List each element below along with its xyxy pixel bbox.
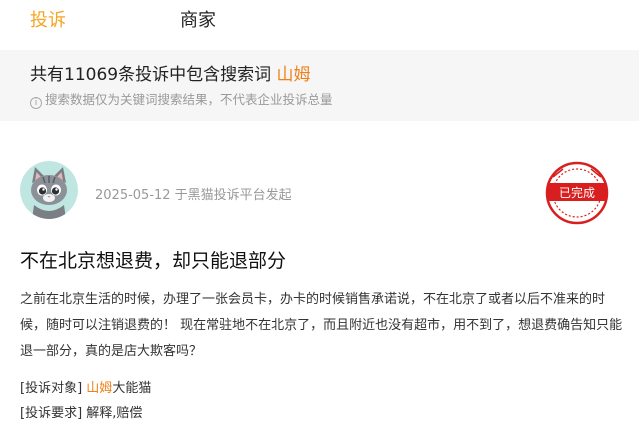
tab-merchants[interactable]: 商家 [180,9,216,33]
tab-bar: 投诉 商家 [0,0,639,44]
info-icon: i [30,97,42,109]
complaint-demand: [投诉要求] 解释,赔偿 [20,404,142,424]
complaint-card[interactable]: 2025-05-12 于黑猫投诉平台发起 已完成 不在北京想退费，却只能退部分 … [0,135,639,439]
demand-value: 解释,赔偿 [86,406,143,421]
status-stamp: 已完成 [545,161,609,225]
status-badge: 已完成 [559,185,595,200]
target-label: [投诉对象] [20,381,83,396]
cat-avatar-icon[interactable] [20,161,78,219]
search-keyword: 山姆 [276,65,311,85]
search-summary: 共有11069条投诉中包含搜索词 山姆 i 搜索数据仅为关键词搜索结果，不代表企业… [0,50,639,121]
result-count-line: 共有11069条投诉中包含搜索词 山姆 [30,63,311,87]
disclaimer-text: 搜索数据仅为关键词搜索结果，不代表企业投诉总量 [45,92,333,107]
result-count-text: 共有11069条投诉中包含搜索词 [30,65,272,85]
demand-label: [投诉要求] [20,406,83,421]
target-rest: 大能猫 [112,381,152,396]
complaint-target: [投诉对象] 山姆大能猫 [20,379,151,399]
target-keyword: 山姆 [86,381,113,396]
disclaimer-note: i 搜索数据仅为关键词搜索结果，不代表企业投诉总量 [30,91,333,109]
complaint-title[interactable]: 不在北京想退费，却只能退部分 [20,248,286,274]
complaint-content: 之前在北京生活的时候，办理了一张会员卡，办卡的时候销售承诺说，不在北京了或者以后… [20,292,623,359]
complaint-meta: 2025-05-12 于黑猫投诉平台发起 [95,188,292,203]
tab-complaints[interactable]: 投诉 [30,9,66,33]
